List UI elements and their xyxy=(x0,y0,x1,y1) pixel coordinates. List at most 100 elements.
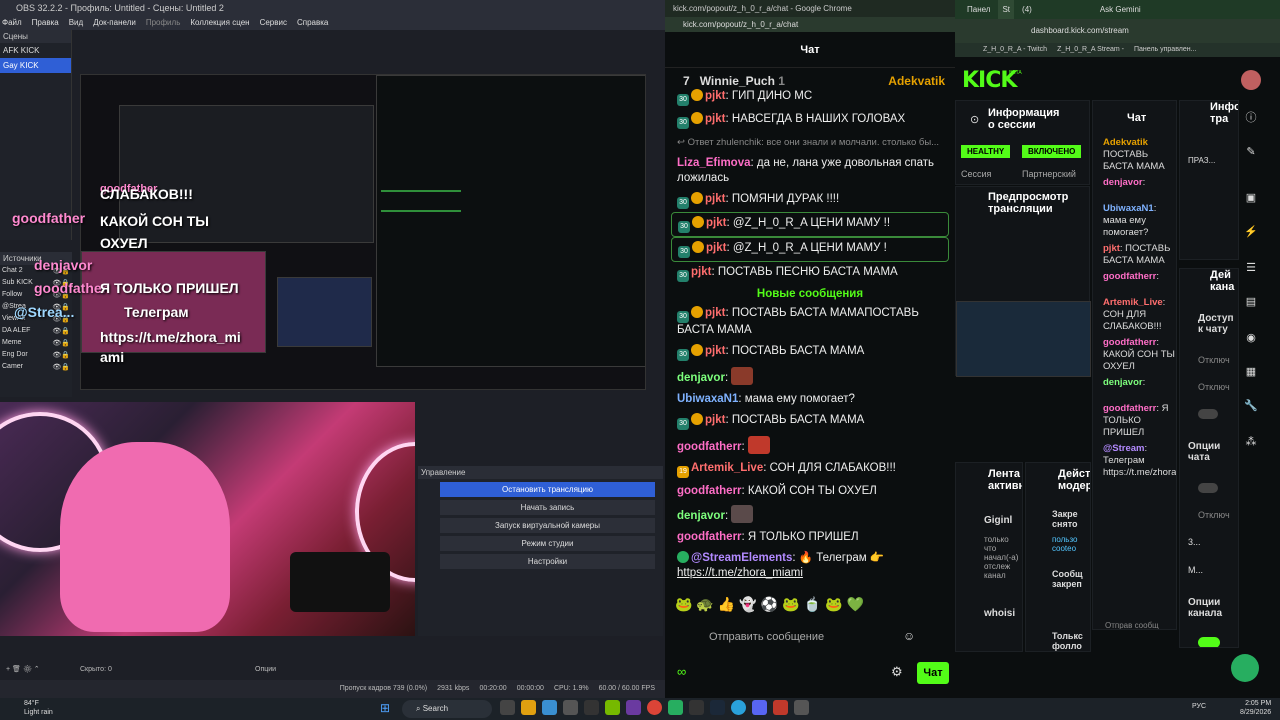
task-view-icon[interactable] xyxy=(500,700,515,715)
msg-user[interactable]: @StreamElements xyxy=(691,552,792,564)
msg-user[interactable]: denjavor xyxy=(677,510,725,522)
mini-user[interactable]: denjavor xyxy=(1103,377,1143,388)
list-icon[interactable]: ☰ xyxy=(1241,258,1261,278)
msg-user[interactable]: goodfatherr xyxy=(677,441,742,453)
chat-icon[interactable]: ▤ xyxy=(1241,292,1261,312)
toggle[interactable] xyxy=(1198,483,1218,493)
bookmark[interactable]: Панель управлен... xyxy=(1134,43,1196,57)
mini-user[interactable]: goodfatherr xyxy=(1103,271,1156,282)
msg-user[interactable]: pjkt xyxy=(706,217,726,229)
stream-icon[interactable]: ▣ xyxy=(1241,188,1261,208)
eye-icon[interactable]: 👁🔒 xyxy=(52,339,70,347)
virtual-camera-button[interactable]: Запуск виртуальной камеры xyxy=(440,518,655,533)
chrome-icon[interactable] xyxy=(647,700,662,715)
tab-panel[interactable]: Панел xyxy=(967,0,990,19)
app-icon[interactable] xyxy=(668,700,683,715)
nvidia-icon[interactable] xyxy=(605,700,620,715)
msg-user[interactable]: goodfatherr xyxy=(677,485,742,497)
msg-user[interactable]: pjkt xyxy=(705,345,725,357)
edge-icon[interactable] xyxy=(542,700,557,715)
menu-docks[interactable]: Док-панели xyxy=(93,16,136,30)
options-button[interactable]: Опции xyxy=(255,663,276,677)
menu-view[interactable]: Вид xyxy=(69,16,83,30)
msg-user[interactable]: pjkt xyxy=(705,307,725,319)
msg-user[interactable]: goodfatherr xyxy=(677,531,742,543)
toggle[interactable] xyxy=(1198,409,1218,419)
source-item[interactable]: Camer 👁🔒 xyxy=(0,361,72,373)
taskbar-search[interactable]: ⌕ Search xyxy=(402,700,492,718)
bookmark[interactable]: Z_H_0_R_A Stream - xyxy=(1057,43,1124,57)
menu-tools[interactable]: Сервис xyxy=(260,16,287,30)
obs-icon[interactable] xyxy=(689,700,704,715)
help-chat-icon[interactable] xyxy=(1231,654,1259,682)
toggle-on[interactable] xyxy=(1198,637,1220,647)
file-explorer-icon[interactable] xyxy=(521,700,536,715)
telegram-icon[interactable] xyxy=(731,700,746,715)
msg-link[interactable]: https://t.me/zhora_miami xyxy=(677,567,803,579)
menu-help[interactable]: Справка xyxy=(297,16,328,30)
feed-item[interactable]: Толькс фолло xyxy=(1052,631,1090,651)
app-icon[interactable] xyxy=(626,700,641,715)
scene-item-selected[interactable]: Gay KICK xyxy=(0,58,71,73)
msg-user[interactable]: UbiwaxaN1 xyxy=(677,393,738,405)
eye-icon[interactable]: 👁🔒 xyxy=(52,363,70,371)
eye-icon[interactable]: 👁🔒 xyxy=(52,351,70,359)
app-icon[interactable] xyxy=(773,700,788,715)
bolt-icon[interactable]: ⚡ xyxy=(1241,222,1261,242)
new-messages-divider[interactable]: Новые сообщения xyxy=(665,285,955,303)
menu-scene-collection[interactable]: Коллекция сцен xyxy=(190,16,249,30)
msg-user[interactable]: pjkt xyxy=(705,414,725,426)
msg-user[interactable]: pjkt xyxy=(705,193,725,205)
source-item[interactable]: Eng Dor 👁🔒 xyxy=(0,349,72,361)
feed-item[interactable]: whoisi xyxy=(984,608,1015,619)
settings-button[interactable]: Настройки xyxy=(440,554,655,569)
option-row[interactable]: M... xyxy=(1188,565,1203,575)
bookmark[interactable]: Z_H_0_R_A - Twitch xyxy=(983,43,1047,57)
mini-user[interactable]: goodfatherr xyxy=(1103,337,1156,348)
msg-user[interactable]: pjkt xyxy=(705,90,725,102)
app-icon[interactable] xyxy=(794,700,809,715)
menu-file[interactable]: Файл xyxy=(2,16,22,30)
mini-user[interactable]: UbiwaxaN1 xyxy=(1103,203,1154,214)
wrench-icon[interactable]: 🔧 xyxy=(1241,396,1261,416)
eye-icon[interactable]: 👁🔒 xyxy=(52,327,70,335)
steam-icon[interactable] xyxy=(710,700,725,715)
gear-icon[interactable]: ⚙ xyxy=(891,664,903,680)
weather-widget[interactable]: 84°F Light rain xyxy=(24,699,53,717)
source-item[interactable]: Meme 👁🔒 xyxy=(0,337,72,349)
msg-user[interactable]: pjkt xyxy=(706,242,726,254)
chat-url[interactable]: kick.com/popout/z_h_0_r_a/chat xyxy=(665,17,955,32)
mod-item[interactable]: Закре снято xyxy=(1052,509,1090,529)
save-icon[interactable]: ▦ xyxy=(1241,362,1261,382)
tab-youtube[interactable]: (4) xyxy=(1022,0,1032,19)
msg-user[interactable]: pjkt xyxy=(705,113,725,125)
mini-user[interactable]: goodfatherr xyxy=(1103,403,1156,414)
tab-stream[interactable]: St xyxy=(998,0,1015,19)
info-icon[interactable]: ⓘ xyxy=(1241,108,1261,128)
mini-chat-input[interactable]: Отправ сообщ xyxy=(1105,621,1159,629)
add-icon[interactable]: + 🗑 ⚙ ⌃ xyxy=(6,663,40,677)
mod-item[interactable]: Сообщ закреп xyxy=(1052,569,1090,589)
windows-start-icon[interactable]: ⊞ xyxy=(380,701,395,716)
app-icon[interactable] xyxy=(584,700,599,715)
record-icon[interactable]: ◉ xyxy=(1241,328,1261,348)
msg-user[interactable]: pjkt xyxy=(691,266,711,278)
mini-user[interactable]: @Stream xyxy=(1103,443,1144,454)
dash-url[interactable]: dashboard.kick.com/stream xyxy=(955,19,1280,43)
feed-item[interactable]: Giginl xyxy=(984,515,1012,526)
emote-bar[interactable]: 🐸🐢👍👻⚽🐸🍵🐸💚 xyxy=(675,596,868,613)
apps-icon[interactable]: ⁂ xyxy=(1241,432,1261,452)
start-recording-button[interactable]: Начать запись xyxy=(440,500,655,515)
discord-icon[interactable] xyxy=(752,700,767,715)
msg-user[interactable]: Liza_Efimova xyxy=(677,157,751,169)
source-item[interactable]: DA ALEF 👁🔒 xyxy=(0,325,72,337)
stop-stream-button[interactable]: Остановить трансляцию xyxy=(440,482,655,497)
mini-user[interactable]: denjavor xyxy=(1103,177,1143,188)
avatar[interactable] xyxy=(1241,70,1261,90)
mini-user[interactable]: Artemik_Live xyxy=(1103,297,1163,308)
emoji-icon[interactable]: ☺ xyxy=(903,629,915,643)
studio-mode-button[interactable]: Режим студии xyxy=(440,536,655,551)
mini-user[interactable]: pjkt xyxy=(1103,243,1120,254)
edit-icon[interactable]: ✎ xyxy=(1241,142,1261,162)
send-chat-button[interactable]: Чат xyxy=(917,662,949,684)
